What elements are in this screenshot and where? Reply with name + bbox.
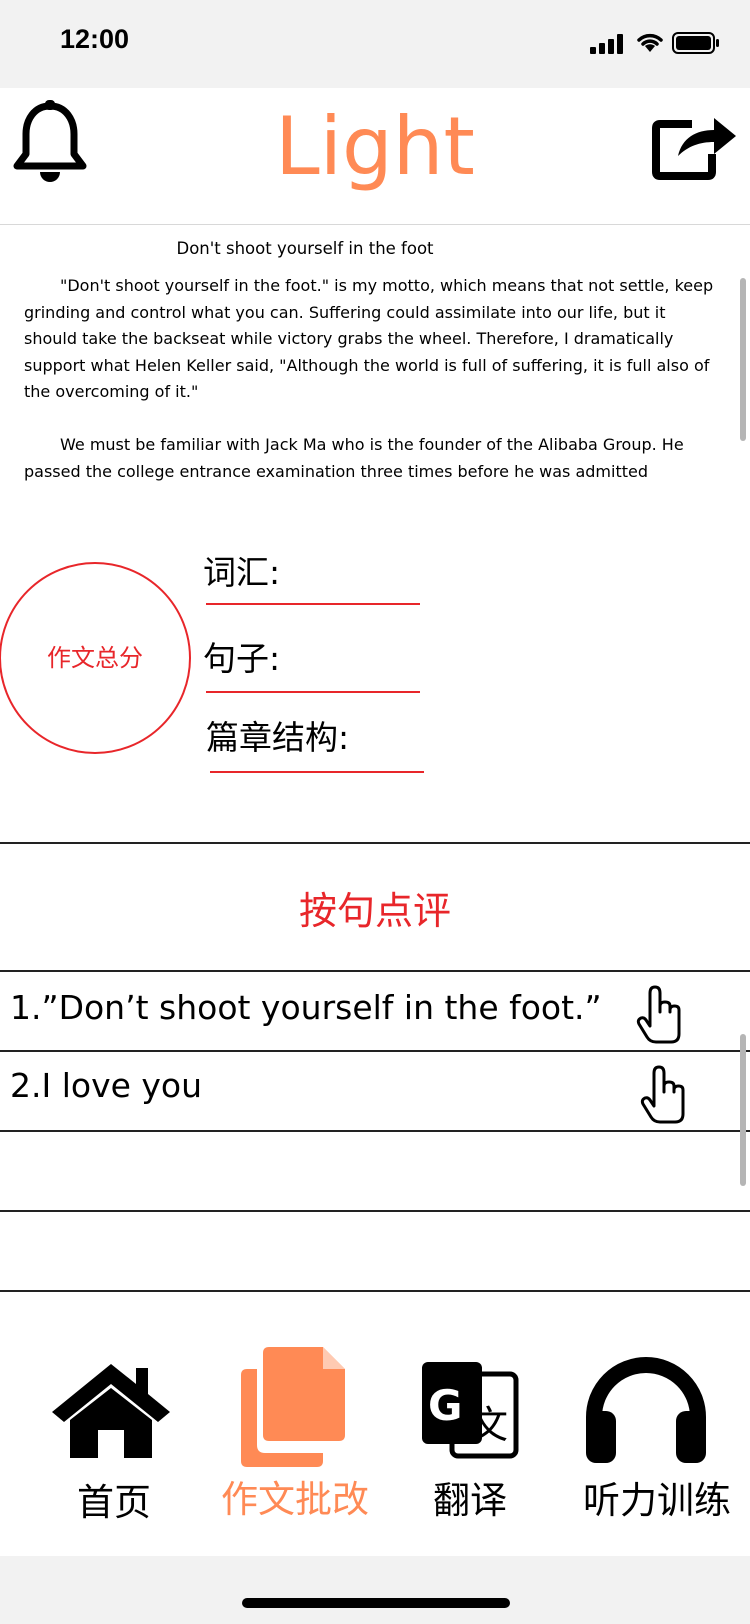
total-score-label: 作文总分 <box>47 644 143 672</box>
tab-essay-correction-label: 作文批改 <box>221 1478 369 1521</box>
comment-row-text: 1.”Don’t shoot yourself in the foot.” <box>10 988 602 1027</box>
home-indicator-area <box>0 1556 750 1624</box>
tab-home[interactable]: 首页 <box>40 1350 180 1524</box>
svg-text:文: 文 <box>470 1403 508 1447</box>
divider <box>0 1290 750 1292</box>
essay-scrollbar[interactable] <box>740 278 746 441</box>
tap-hand-icon[interactable] <box>640 1064 690 1126</box>
tab-essay-correction[interactable]: 作文批改 <box>205 1345 385 1521</box>
wifi-icon <box>637 33 663 52</box>
comment-row[interactable]: 2.I love you <box>0 1052 740 1130</box>
sentence-score-label: 句子: <box>203 639 281 678</box>
vocab-score-label: 词汇: <box>203 553 281 592</box>
structure-score-label: 篇章结构: <box>206 718 350 757</box>
comment-row[interactable]: 1.”Don’t shoot yourself in the foot.” <box>0 972 740 1050</box>
tab-translate[interactable]: G 文 翻译 <box>410 1360 540 1522</box>
sentence-score-underline <box>206 691 420 693</box>
share-icon[interactable] <box>652 108 738 180</box>
battery-icon <box>672 32 719 54</box>
essay-title: Don't shoot yourself in the foot <box>176 239 434 258</box>
tab-listening[interactable]: 听力训练 <box>572 1355 742 1522</box>
sentence-comment-title: 按句点评 <box>298 889 451 933</box>
tab-translate-label: 翻译 <box>433 1479 507 1522</box>
home-indicator[interactable] <box>242 1598 510 1608</box>
comment-row-empty[interactable] <box>0 1132 740 1210</box>
vocab-score-underline <box>206 603 420 605</box>
tab-listening-label: 听力训练 <box>583 1479 731 1522</box>
essay-body: "Don't shoot yourself in the foot." is m… <box>24 273 714 493</box>
headphones-icon <box>586 1357 706 1463</box>
document-copy-icon <box>241 1347 345 1467</box>
comment-row-empty[interactable] <box>0 1212 740 1290</box>
tap-hand-icon[interactable] <box>636 984 686 1046</box>
cellular-signal-icon <box>590 34 623 54</box>
translate-icon: G 文 <box>422 1362 519 1459</box>
home-icon <box>52 1364 170 1458</box>
structure-score-underline <box>210 771 424 773</box>
comment-row-text: 2.I love you <box>10 1066 203 1105</box>
essay-paragraph: We must be familiar with Jack Ma who is … <box>24 435 684 481</box>
essay-content[interactable]: Don't shoot yourself in the foot "Don't … <box>0 225 740 493</box>
app-title: Light <box>275 100 475 193</box>
tab-home-label: 首页 <box>77 1481 151 1524</box>
svg-text:G: G <box>428 1381 462 1430</box>
essay-paragraph: "Don't shoot yourself in the foot." is m… <box>24 276 714 401</box>
comment-list-scrollbar[interactable] <box>740 1034 746 1186</box>
status-time: 12:00 <box>60 24 130 54</box>
divider <box>0 842 750 844</box>
